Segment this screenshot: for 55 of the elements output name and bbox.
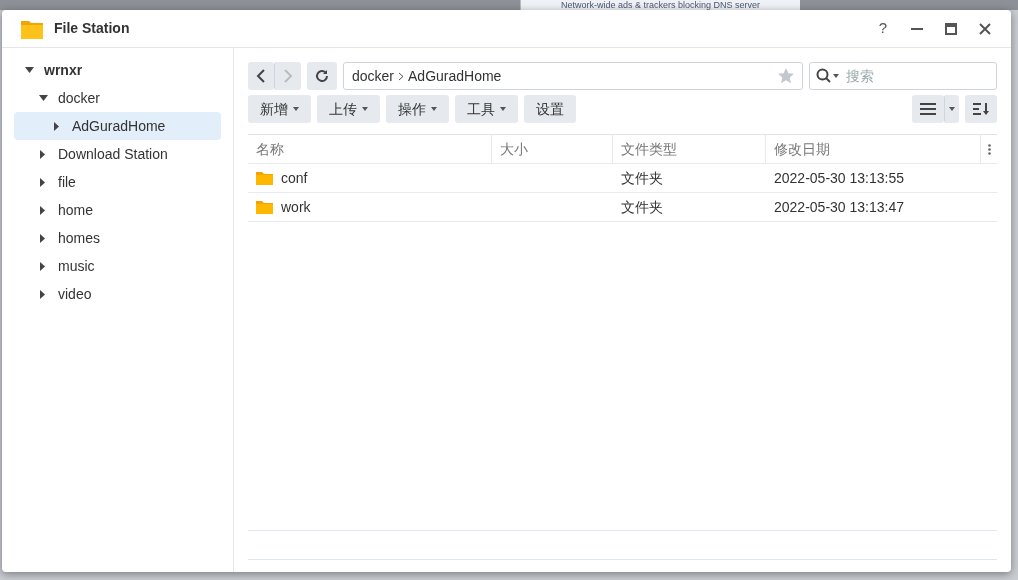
maximize-icon bbox=[945, 22, 957, 35]
menu-button[interactable]: 工具 bbox=[455, 95, 518, 123]
caret-icon bbox=[362, 107, 368, 111]
search-icon bbox=[816, 68, 840, 84]
column-header[interactable]: 大小 bbox=[492, 135, 613, 163]
chevron-left-icon bbox=[256, 69, 266, 83]
list-view-button[interactable] bbox=[912, 95, 944, 123]
menu-button[interactable]: 设置 bbox=[524, 95, 576, 123]
minimize-icon bbox=[911, 27, 923, 30]
path-field[interactable]: docker AdGuradHome bbox=[343, 62, 803, 90]
sort-button[interactable] bbox=[965, 95, 997, 123]
tree-item[interactable]: wrnxr bbox=[14, 56, 221, 84]
tree-item[interactable]: file bbox=[14, 168, 221, 196]
tree-item[interactable]: homes bbox=[14, 224, 221, 252]
close-icon bbox=[979, 22, 991, 35]
caret-button[interactable] bbox=[944, 95, 959, 123]
path-segment[interactable]: AdGuradHome bbox=[408, 65, 502, 87]
table-cell-text: 2022-05-30 13:13:55 bbox=[774, 168, 904, 188]
tree-item[interactable]: video bbox=[14, 280, 221, 308]
menu-button[interactable]: 操作 bbox=[386, 95, 449, 123]
caret-icon bbox=[431, 107, 437, 111]
star-icon[interactable] bbox=[778, 68, 794, 84]
expanded-triangle-icon[interactable] bbox=[22, 67, 36, 73]
caret-icon bbox=[500, 107, 506, 111]
sort-icon bbox=[973, 102, 989, 116]
tree-item[interactable]: docker bbox=[14, 84, 221, 112]
table-cell-text: 文件夹 bbox=[621, 168, 663, 188]
column-header[interactable]: 修改日期 bbox=[766, 135, 981, 163]
file-name[interactable]: conf bbox=[281, 167, 308, 189]
caret-icon bbox=[293, 107, 299, 111]
menu-button[interactable]: 上传 bbox=[317, 95, 380, 123]
search-field[interactable]: 搜索 bbox=[809, 62, 997, 90]
refresh-button[interactable] bbox=[307, 62, 337, 90]
path-segment[interactable]: docker bbox=[352, 65, 395, 87]
help-button[interactable]: ? bbox=[871, 16, 895, 41]
back-button[interactable] bbox=[248, 62, 274, 90]
folder-icon bbox=[256, 200, 273, 214]
tree-item[interactable]: AdGuradHome bbox=[14, 112, 221, 140]
folder-icon bbox=[256, 171, 273, 185]
refresh-icon bbox=[315, 69, 329, 83]
list-icon bbox=[920, 103, 936, 115]
expanded-triangle-icon[interactable] bbox=[36, 95, 50, 101]
tree-item[interactable]: music bbox=[14, 252, 221, 280]
tree-item[interactable]: home bbox=[14, 196, 221, 224]
table-cell-text: 2022-05-30 13:13:47 bbox=[774, 197, 904, 217]
file-name[interactable]: work bbox=[281, 196, 311, 218]
column-header[interactable]: 文件类型 bbox=[613, 135, 766, 163]
caret-icon bbox=[949, 107, 955, 111]
tree-item[interactable]: Download Station bbox=[14, 140, 221, 168]
table-cell-text: 文件夹 bbox=[621, 197, 663, 217]
window-title: File Station bbox=[54, 19, 131, 38]
chevron-icon bbox=[398, 71, 405, 81]
column-header[interactable]: 名称 bbox=[248, 135, 492, 163]
menu-button[interactable]: 新增 bbox=[248, 95, 311, 123]
chevron-right-icon bbox=[283, 69, 293, 83]
